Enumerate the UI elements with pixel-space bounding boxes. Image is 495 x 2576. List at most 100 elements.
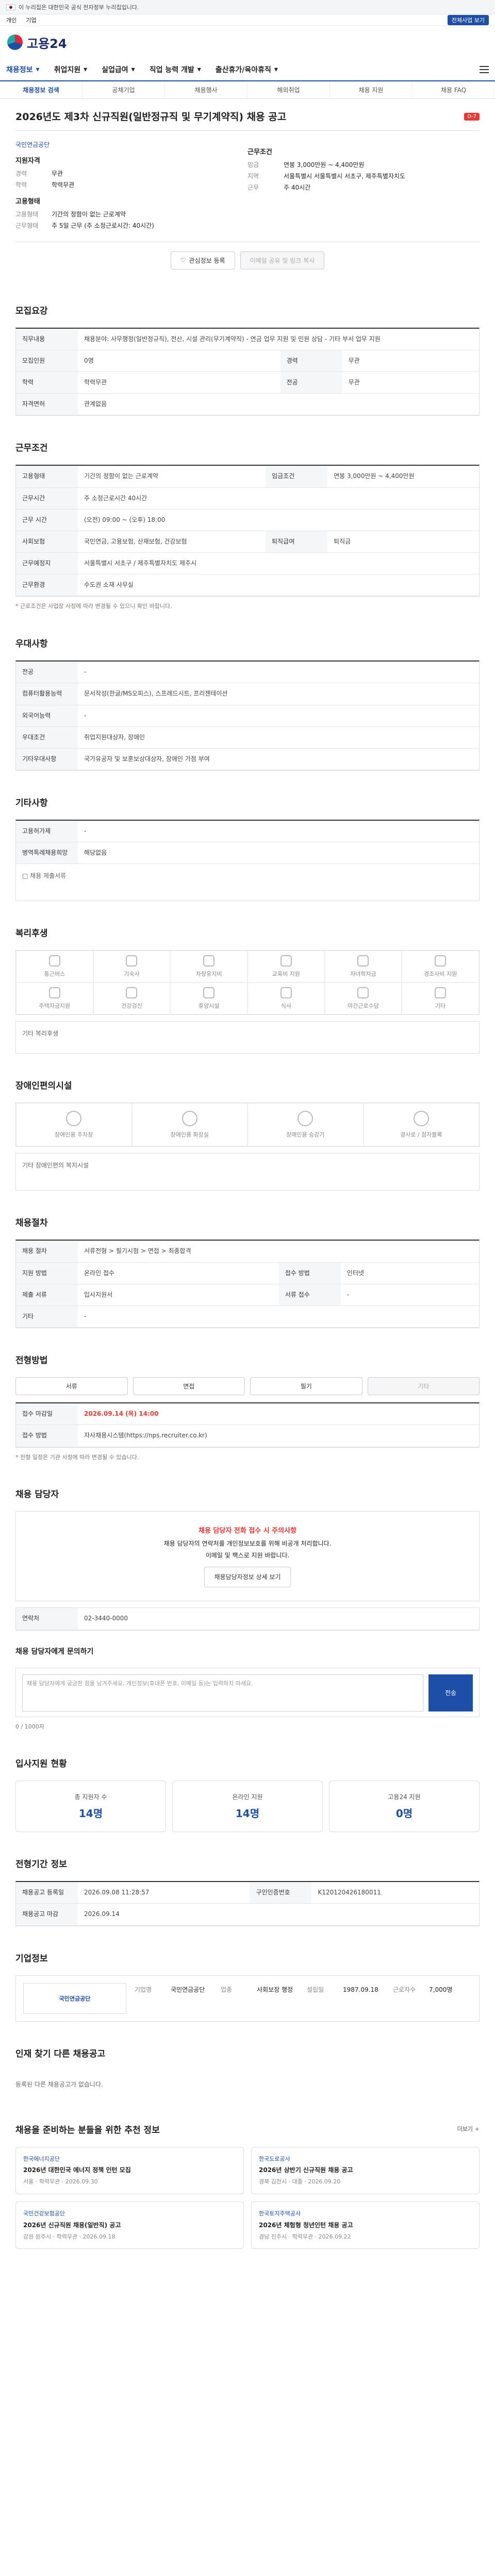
link-company[interactable]: 기업 [26, 16, 36, 24]
welfare-item: 교육비 지원 [248, 951, 325, 983]
nav-training[interactable]: 직업 능력 개발 ▾ [150, 64, 201, 75]
facility-item: 장애인용 화장실 [131, 1103, 248, 1147]
recent-empty: 등록된 다른 채용공고가 없습니다. [15, 2080, 103, 2088]
welfare-item: 통근버스 [16, 951, 93, 983]
disabled-etc: 기타 장애인편의 복지시설 [15, 1153, 480, 1191]
car-icon [203, 955, 215, 967]
resort-icon [203, 987, 215, 999]
work-note: * 근로조건은 사업장 사정에 따라 변경될 수 있으니 확인 바랍니다. [15, 603, 172, 610]
apply-stats: 총 지원자 수 14명 온라인 지원 14명 고용24 지원 0명 [15, 1781, 480, 1833]
recommend-card[interactable]: 국민건강보험공단 2026년 신규직원 채용(일반직) 공고 강원 원주시 · 학력… [15, 2201, 244, 2249]
contact-detail-button[interactable]: 채용담당자정보 상세 보기 [204, 1566, 291, 1588]
section-title: 우대사항 [15, 639, 48, 650]
welfare-etc: 기타 복리후생 [15, 1021, 480, 1054]
facility-item: 경사로 / 점자블록 [363, 1103, 479, 1147]
section-title: 기타사항 [15, 798, 48, 809]
recommend-card[interactable]: 한국에너지공단 2026년 대한민국 에너지 정책 인턴 모집 서울 · 학력무관 … [15, 2146, 244, 2194]
section-title: 전형방법 [15, 1355, 48, 1366]
section-title: 입사지원 현황 [15, 1759, 67, 1770]
etc-icon [435, 987, 447, 999]
summary-emp-title: 고용형태 [15, 197, 40, 206]
section-title: 모집요강 [15, 306, 48, 316]
req-table: 직무내용 채용분야: 사무행정(일반정규직), 전산, 시설 관리(무기계약직) … [15, 327, 480, 416]
process-table: 채용 절차 서류전형 > 필기시험 > 면접 > 최종합격 지원 방법 온라인 접수… [15, 1240, 480, 1329]
interview-button[interactable]: 면접 [133, 1377, 245, 1396]
welfare-item: 자녀학자금 [324, 951, 402, 983]
elevator-icon [298, 1111, 314, 1127]
doc-button[interactable]: 서류 [15, 1377, 128, 1396]
section-title-recommend: 채용을 준비하는 분들을 위한 추천 정보 더보기 + [15, 2125, 480, 2136]
job-summary: 국민연금공단 지원자격 경력 무관 학력 학력무관 고용형태 고용형태 기간의 정함이… [15, 131, 480, 242]
more-link[interactable]: 더보기 + [457, 2125, 480, 2133]
house-icon [48, 987, 60, 999]
nav-leave[interactable]: 출산휴가/육아휴직 ▾ [216, 64, 278, 75]
recommend-card[interactable]: 한국토지주택공사 2026년 체험형 청년인턴 채용 공고 경남 진주시 · 학력무… [251, 2201, 480, 2249]
facility-item: 장애인용 주차장 [16, 1103, 132, 1147]
company-logo: 국민연금공단 [23, 1982, 126, 2014]
work-table: 고용형태 기간의 정함이 없는 근로계약 임금조건 연봉 3,000만원 ~ 4,40… [15, 465, 480, 597]
education-icon [280, 955, 292, 967]
section-title: 채용절차 [15, 1218, 48, 1229]
other-table: 고용허가제 - 병역특례채용희망 해당없음 □ 채용 제출서류 [15, 820, 480, 902]
job-title: 2026년도 제3차 신규직원(일반정규직 및 무기계약직) 채용 공고 [15, 111, 287, 123]
nav-jobs[interactable]: 채용정보 ▾ [6, 64, 40, 75]
menu-icon[interactable] [480, 66, 489, 73]
subnav-item[interactable]: 채용 지원 [330, 81, 412, 98]
heart-icon: ♡ [180, 257, 186, 264]
bus-icon [48, 955, 60, 967]
toilet-icon [182, 1111, 197, 1127]
welfare-item: 차량유지비 [170, 951, 248, 983]
welfare-item: 휴양시설 [170, 982, 248, 1015]
other-docs: □ 채용 제출서류 [22, 872, 67, 880]
gov-notice-text: 이 누리집은 대한민국 공식 전자정부 누리집입니다. [19, 4, 139, 11]
child-icon [357, 955, 369, 967]
welfare-icons: 통근버스 기숙사 차량유지비 교육비 지원 자녀학자금 경조사비 지원 주택자금… [15, 950, 480, 1015]
inquiry-box: 채용 담당자에게 궁금한 점을 남겨주세요. 개인정보(휴대폰 번호, 이메일 … [15, 1667, 480, 1717]
dorm-icon [126, 955, 138, 967]
member-bar: 개인 기업 전체사업 보기 [0, 14, 495, 26]
subnav-item[interactable]: 채용행사 [165, 81, 248, 98]
subnav-item[interactable]: 채용정보 검색 [0, 81, 82, 98]
welfare-item: 식사 [248, 982, 325, 1015]
stat-total: 총 지원자 수 14명 [15, 1781, 166, 1833]
subnav-item[interactable]: 채용 FAQ [412, 81, 495, 98]
summary-cond-title: 근무조건 [248, 148, 272, 156]
welfare-item: 건강검진 [93, 982, 171, 1015]
recommend-card[interactable]: 한국도로공사 2026년 상반기 신규직원 채용 공고 경북 김천시 · 대졸 · … [251, 2146, 480, 2194]
test-button[interactable]: 필기 [250, 1377, 362, 1396]
contact-warning: 채용 담당자 전화 접수 시 주의사항 [198, 1527, 297, 1535]
contact-alert: 채용 담당자 전화 접수 시 주의사항 채용 담당자의 연락처를 개인정보보호를… [15, 1511, 480, 1602]
link-personal[interactable]: 개인 [6, 16, 16, 24]
inquiry-send-button[interactable]: 전송 [428, 1674, 473, 1711]
share-button[interactable]: 이메일 공유 및 링크 복사 [240, 251, 325, 269]
etc-button[interactable]: 기타 [367, 1377, 480, 1396]
welfare-item: 기숙사 [93, 951, 171, 983]
nav-unemployment[interactable]: 실업급여 ▾ [102, 64, 135, 75]
welfare-item: 야간근로수당 [324, 982, 402, 1015]
sub-nav: 채용정보 검색 공채기업 채용행사 해외취업 채용 지원 채용 FAQ [0, 81, 495, 99]
stat-site: 고용24 지원 0명 [329, 1781, 480, 1833]
inquiry-input[interactable]: 채용 담당자에게 궁금한 점을 남겨주세요. 개인정보(휴대폰 번호, 이메일 … [22, 1674, 423, 1711]
subnav-item[interactable]: 공채기업 [82, 81, 165, 98]
stat-online: 온라인 지원 14명 [172, 1781, 323, 1833]
section-title-recent: 인재 찾기 다른 채용공고 [15, 2048, 106, 2059]
all-services-button[interactable]: 전체사업 보기 [447, 14, 489, 25]
nav-support[interactable]: 취업지원 ▾ [54, 64, 88, 75]
docs-table: 채용공고 등록일 2026.09.08 11:28:57 구인인증번호 K120120… [15, 1881, 480, 1926]
summary-qual-title: 지원자격 [15, 157, 40, 165]
job-header: 2026년도 제3차 신규직원(일반정규직 및 무기계약직) 채용 공고 D-7 [15, 110, 480, 131]
parking-icon [66, 1111, 82, 1127]
meal-icon [280, 987, 292, 999]
site-logo[interactable]: 고용24 [7, 33, 67, 52]
section-title: 채용 담당자 [15, 1489, 59, 1500]
main-nav: 채용정보 ▾ 취업지원 ▾ 실업급여 ▾ 직업 능력 개발 ▾ 출산휴가/육아휴… [0, 59, 495, 81]
disabled-icons: 장애인용 주차장 장애인용 화장실 장애인용 승강기 경사로 / 점자블록 [15, 1103, 480, 1147]
company-name[interactable]: 국민연금공단 [15, 140, 237, 149]
section-title: 장애인편의시설 [15, 1081, 72, 1092]
apply-method: 자사채용시스템(https://nps.recruiter.co.kr) [78, 1425, 479, 1447]
flag-icon [6, 4, 15, 10]
subnav-item[interactable]: 해외취업 [248, 81, 330, 98]
section-title: 복리후생 [15, 928, 48, 939]
section-title: 채용 담당자에게 문의하기 [15, 1647, 94, 1656]
scrap-button[interactable]: ♡ 관심정보 등록 [170, 251, 235, 269]
